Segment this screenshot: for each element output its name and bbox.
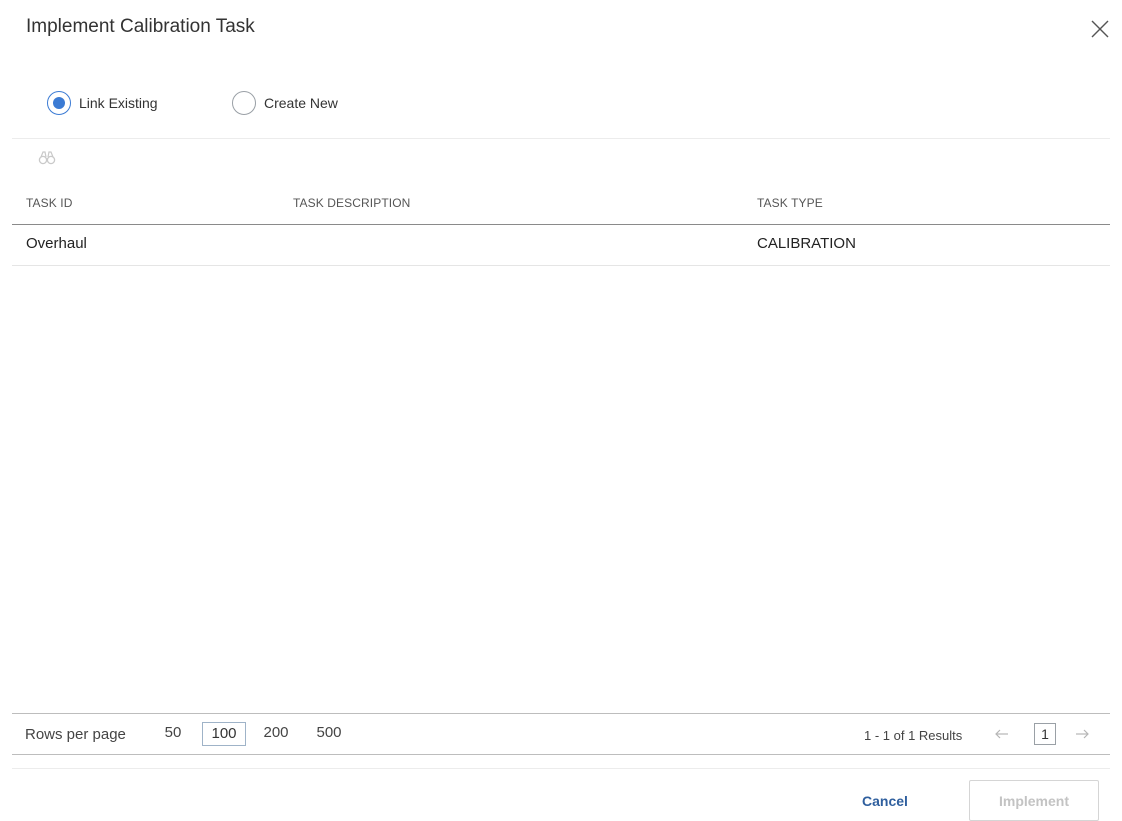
dialog-title: Implement Calibration Task [26,16,255,37]
cell-task-id: Overhaul [26,235,87,252]
mode-selector: Link Existing Create New [47,90,447,116]
page-size-50[interactable]: 50 [160,722,186,746]
create-new-label: Create New [264,95,338,111]
next-page-button[interactable] [1072,724,1092,744]
divider [12,138,1110,139]
radio-unchecked-indicator [232,91,256,115]
column-header-task-description[interactable]: TASK DESCRIPTION [293,196,410,210]
close-button[interactable] [1088,17,1112,41]
implement-calibration-task-dialog: Implement Calibration Task Link Existing… [0,0,1122,821]
rows-per-page-label: Rows per page [25,726,126,743]
column-header-task-id[interactable]: TASK ID [26,196,73,210]
cell-task-type: CALIBRATION [757,235,856,252]
implement-button[interactable]: Implement [969,780,1099,821]
radio-checked-indicator [47,91,71,115]
radio-dot [53,97,65,109]
table-row[interactable]: Overhaul CALIBRATION [12,225,1110,266]
pagination-bar: Rows per page 50 100 200 500 1 - 1 of 1 … [12,713,1110,755]
current-page-number[interactable]: 1 [1034,723,1056,745]
create-new-radio[interactable]: Create New [232,90,338,116]
binoculars-icon [38,151,56,165]
divider [12,768,1110,769]
arrow-right-icon [1076,729,1089,739]
column-header-task-type[interactable]: TASK TYPE [757,196,823,210]
search-button[interactable] [38,150,56,166]
arrow-left-icon [995,729,1008,739]
page-size-200[interactable]: 200 [259,722,293,746]
page-size-500[interactable]: 500 [312,722,346,746]
previous-page-button[interactable] [992,724,1012,744]
results-count: 1 - 1 of 1 Results [864,728,963,743]
table-header: TASK ID TASK DESCRIPTION TASK TYPE [12,190,1110,225]
link-existing-label: Link Existing [79,95,158,111]
link-existing-radio[interactable]: Link Existing [47,90,158,116]
cancel-button[interactable]: Cancel [840,785,930,817]
page-size-100-selected[interactable]: 100 [202,722,246,746]
close-icon [1091,20,1109,38]
